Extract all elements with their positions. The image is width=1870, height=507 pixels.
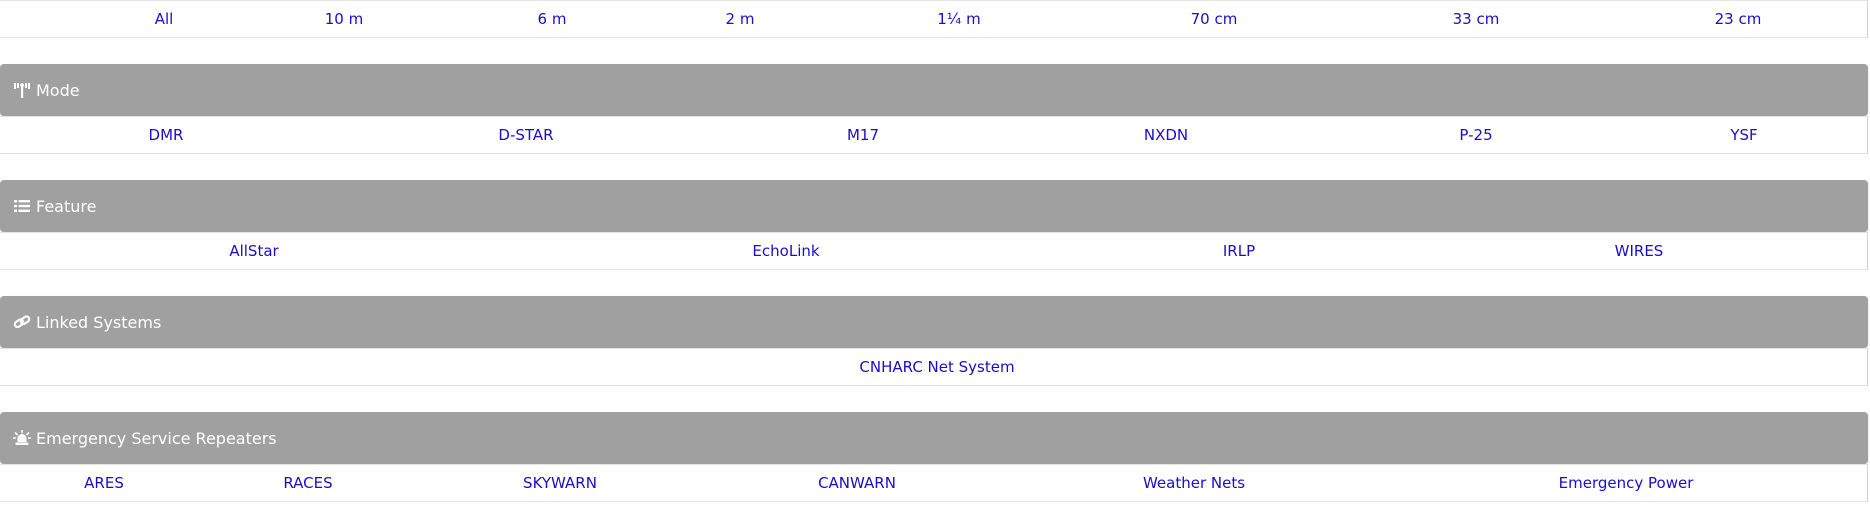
feature-link-irlp[interactable]: IRLP	[1223, 233, 1255, 269]
emergency-link-emergency-power[interactable]: Emergency Power	[1559, 465, 1694, 501]
section-title-emergency: Emergency Service Repeaters	[36, 428, 277, 448]
band-link-23cm[interactable]: 23 cm	[1715, 1, 1762, 37]
linked-link-cnharc-net-system[interactable]: CNHARC Net System	[859, 349, 1014, 385]
emergency-link-weather-nets[interactable]: Weather Nets	[1143, 465, 1245, 501]
mode-link-m17[interactable]: M17	[847, 117, 879, 153]
antenna-icon	[13, 81, 31, 99]
emergency-link-races[interactable]: RACES	[283, 465, 332, 501]
band-link-33cm[interactable]: 33 cm	[1453, 1, 1500, 37]
band-link-6m[interactable]: 6 m	[538, 1, 567, 37]
section-header-emergency: Emergency Service Repeaters	[0, 412, 1868, 464]
section-header-feature: Feature	[0, 180, 1868, 232]
section-title-feature: Feature	[36, 196, 97, 216]
section-header-linked-systems: Linked Systems	[0, 296, 1868, 348]
link-icon	[13, 313, 31, 331]
band-link-10m[interactable]: 10 m	[325, 1, 363, 37]
band-filter-row: All 10 m 6 m 2 m 1¼ m 70 cm 33 cm 23 cm	[0, 0, 1868, 38]
section-title-linked-systems: Linked Systems	[36, 312, 162, 332]
band-link-1-25m[interactable]: 1¼ m	[937, 1, 980, 37]
emergency-link-ares[interactable]: ARES	[84, 465, 124, 501]
feature-filter-row: AllStar EchoLink IRLP WIRES	[0, 232, 1868, 270]
emergency-link-canwarn[interactable]: CANWARN	[818, 465, 896, 501]
mode-link-dstar[interactable]: D-STAR	[498, 117, 553, 153]
mode-link-dmr[interactable]: DMR	[149, 117, 184, 153]
section-title-mode: Mode	[36, 80, 80, 100]
mode-filter-row: DMR D-STAR M17 NXDN P-25 YSF	[0, 116, 1868, 154]
emergency-filter-row: ARES RACES SKYWARN CANWARN Weather Nets …	[0, 464, 1868, 502]
band-link-all[interactable]: All	[155, 1, 174, 37]
feature-link-allstar[interactable]: AllStar	[229, 233, 278, 269]
linked-systems-filter-row: CNHARC Net System	[0, 348, 1868, 386]
emergency-link-skywarn[interactable]: SKYWARN	[523, 465, 597, 501]
mode-link-p25[interactable]: P-25	[1459, 117, 1492, 153]
mode-link-ysf[interactable]: YSF	[1730, 117, 1757, 153]
repeater-filter-panel: All 10 m 6 m 2 m 1¼ m 70 cm 33 cm 23 cm …	[0, 0, 1870, 507]
band-link-2m[interactable]: 2 m	[726, 1, 755, 37]
siren-icon	[13, 429, 31, 447]
mode-link-nxdn[interactable]: NXDN	[1144, 117, 1188, 153]
list-icon	[13, 197, 31, 215]
section-header-mode: Mode	[0, 64, 1868, 116]
feature-link-echolink[interactable]: EchoLink	[752, 233, 819, 269]
feature-link-wires[interactable]: WIRES	[1615, 233, 1664, 269]
band-link-70cm[interactable]: 70 cm	[1191, 1, 1238, 37]
